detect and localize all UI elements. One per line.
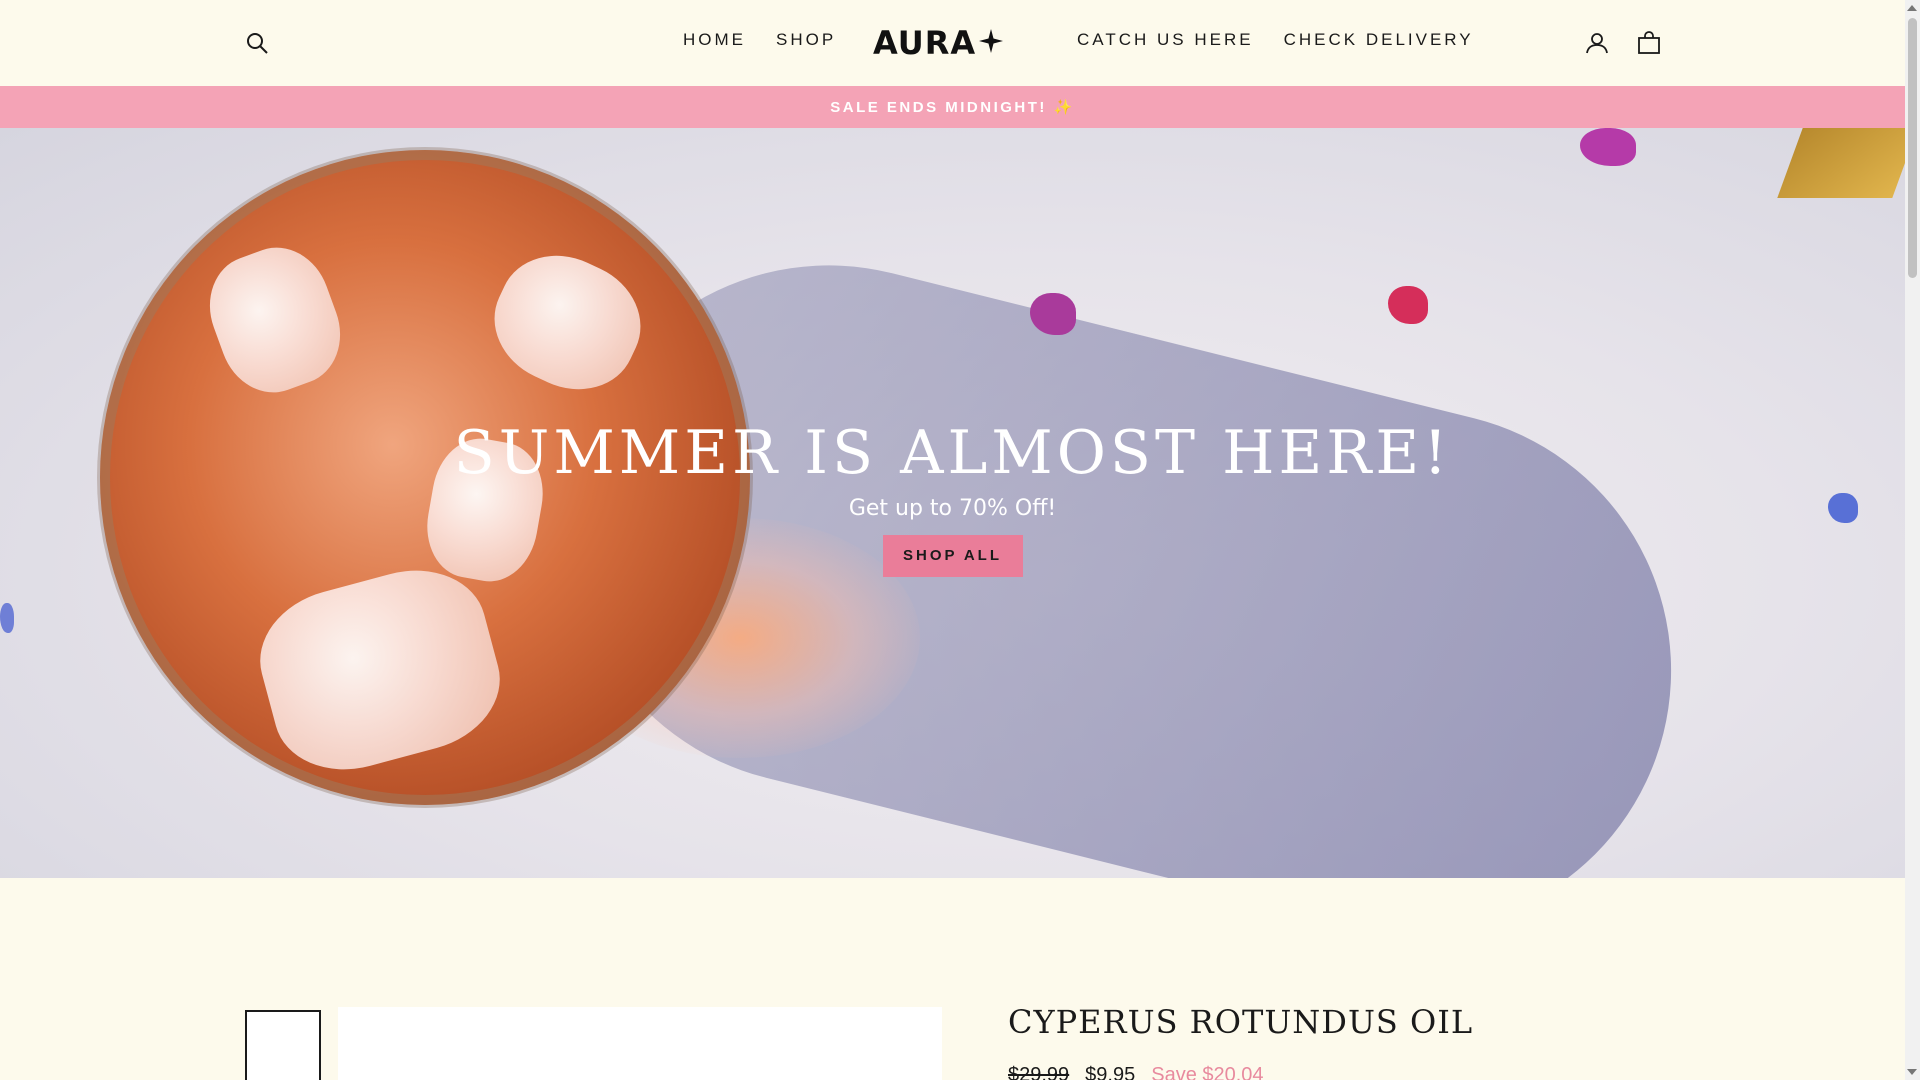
page-scrollbar[interactable] (1905, 0, 1920, 1080)
user-icon[interactable] (1580, 26, 1614, 60)
hero-title: SUMMER IS ALMOST HERE! (453, 418, 1452, 488)
scroll-down-arrow[interactable] (1907, 1069, 1917, 1075)
flower-petal (1030, 293, 1076, 335)
hero-content: SUMMER IS ALMOST HERE! Get up to 70% Off… (0, 418, 1905, 577)
nav-catch-us-here[interactable]: CATCH US HERE (1077, 30, 1254, 50)
original-price: $29.99 (1008, 1064, 1070, 1080)
site-header: HOME SHOP AURA CATCH US HERE CHECK DELIV… (0, 0, 1905, 86)
ice-cube (194, 233, 356, 407)
logo[interactable]: AURA (873, 24, 1004, 62)
nav-home[interactable]: HOME (683, 30, 746, 50)
product-thumbnail[interactable] (245, 1010, 321, 1080)
announcement-bar[interactable]: SALE ENDS MIDNIGHT! ✨ (0, 86, 1905, 128)
ice-cube (245, 553, 515, 787)
savings-label: Save $20.04 (1151, 1064, 1264, 1080)
search-icon[interactable] (240, 26, 274, 60)
product-prices: $29.99 $9.95 Save $20.04 (1008, 1064, 1264, 1080)
announcement-text: SALE ENDS MIDNIGHT! ✨ (830, 99, 1075, 116)
shopping-bag-icon[interactable] (1632, 26, 1666, 60)
nav-right: CATCH US HERE CHECK DELIVERY (1077, 30, 1474, 50)
sparkle-icon (978, 28, 1004, 59)
hero-banner: SUMMER IS ALMOST HERE! Get up to 70% Off… (0, 128, 1905, 878)
logo-text: AURA (873, 24, 977, 62)
ice-cube (475, 235, 660, 410)
shop-all-button[interactable]: SHOP ALL (882, 535, 1023, 577)
scrollbar-thumb[interactable] (1908, 18, 1917, 278)
hero-subtitle: Get up to 70% Off! (848, 496, 1057, 521)
flower-petal (1580, 128, 1636, 166)
nav-shop[interactable]: SHOP (776, 30, 836, 50)
gold-object (1777, 128, 1905, 198)
flower-petal (1388, 286, 1428, 324)
nav-left: HOME SHOP (683, 30, 836, 50)
flower-petal (0, 603, 14, 633)
sale-price: $9.95 (1085, 1064, 1136, 1080)
product-title: CYPERUS ROTUNDUS OIL (1008, 1003, 1474, 1041)
product-main-image (338, 1007, 942, 1080)
scroll-up-arrow[interactable] (1907, 5, 1917, 11)
nav-check-delivery[interactable]: CHECK DELIVERY (1284, 30, 1474, 50)
